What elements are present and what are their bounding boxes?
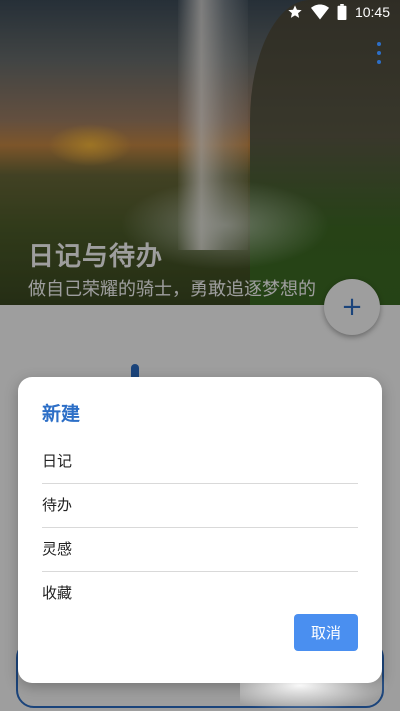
star-icon <box>287 4 303 20</box>
battery-icon <box>337 4 347 20</box>
dialog-item-diary[interactable]: 日记 <box>42 440 358 484</box>
dialog-item-favorites[interactable]: 收藏 <box>42 572 358 615</box>
more-vert-icon[interactable] <box>374 42 384 64</box>
dialog-item-todo[interactable]: 待办 <box>42 484 358 528</box>
status-time: 10:45 <box>354 4 390 20</box>
cancel-button[interactable]: 取消 <box>294 614 358 651</box>
new-entry-dialog: 新建 日记 待办 灵感 收藏 取消 <box>18 377 382 683</box>
wifi-icon <box>310 4 329 20</box>
dialog-title: 新建 <box>42 403 81 425</box>
status-bar: 10:45 <box>0 0 400 24</box>
dialog-item-inspiration[interactable]: 灵感 <box>42 528 358 572</box>
sparkle-decoration <box>240 660 390 711</box>
